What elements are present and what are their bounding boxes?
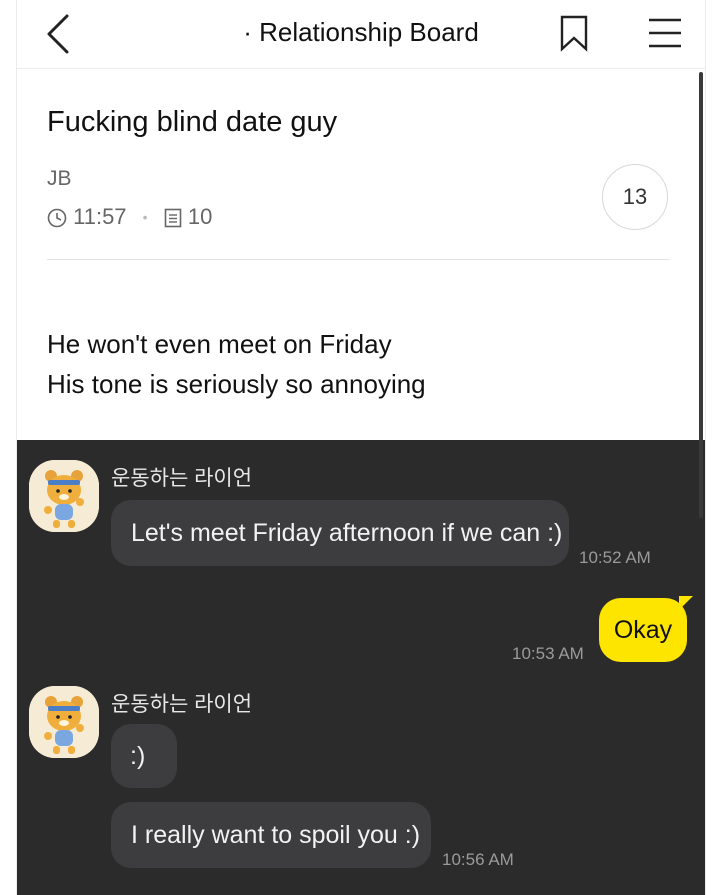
sender-name: 운동하는 라이언	[111, 693, 253, 716]
post-views: 10	[164, 204, 213, 230]
message-text: Okay	[613, 615, 673, 644]
post-body: He won't even meet on Friday His tone is…	[47, 324, 426, 404]
clock-icon	[47, 208, 67, 228]
message-text: Let's meet Friday afternoon if we can :)	[131, 518, 563, 547]
post-body-line: He won't even meet on Friday	[47, 329, 392, 359]
chat-screenshot: 운동하는 라이언 Let's meet Friday afternoon if …	[17, 440, 705, 895]
outgoing-message-bubble: Okay	[599, 598, 687, 662]
menu-button[interactable]	[647, 16, 683, 50]
avatar	[29, 460, 99, 532]
message-text: I really want to spoil you :)	[131, 820, 421, 849]
bookmark-icon	[560, 15, 588, 52]
incoming-message-bubble: I really want to spoil you :)	[111, 802, 431, 868]
post-body-line: His tone is seriously so annoying	[47, 369, 426, 399]
top-bar: · Relationship Board	[17, 0, 705, 69]
bookmark-button[interactable]	[559, 14, 589, 52]
app-frame: · Relationship Board Fucking blind date …	[16, 0, 706, 895]
post-meta: 11:57 • 10	[47, 203, 212, 231]
post-views-value: 10	[187, 204, 213, 230]
message-time: 10:53 AM	[512, 644, 584, 663]
divider	[47, 259, 669, 260]
message-text: :)	[130, 741, 146, 770]
message-time: 10:52 AM	[579, 548, 651, 567]
document-icon	[164, 208, 182, 228]
sender-name: 운동하는 라이언	[111, 467, 253, 490]
scrollbar[interactable]	[699, 72, 703, 518]
avatar	[29, 686, 99, 758]
post-time-value: 11:57	[73, 204, 127, 230]
incoming-message-bubble: :)	[111, 724, 177, 788]
menu-icon	[649, 18, 681, 48]
bubble-tail	[679, 596, 693, 610]
post-author[interactable]: JB	[47, 167, 72, 191]
comment-count-button[interactable]: 13	[602, 164, 668, 230]
incoming-message-bubble: Let's meet Friday afternoon if we can :)	[111, 500, 569, 566]
ryan-avatar-icon	[29, 460, 99, 532]
board-title: · Relationship Board	[243, 17, 479, 47]
meta-separator: •	[142, 209, 148, 226]
message-time: 10:56 AM	[442, 850, 514, 869]
post-title: Fucking blind date guy	[47, 106, 338, 138]
post-time: 11:57	[47, 204, 127, 230]
ryan-avatar-icon	[29, 686, 99, 758]
